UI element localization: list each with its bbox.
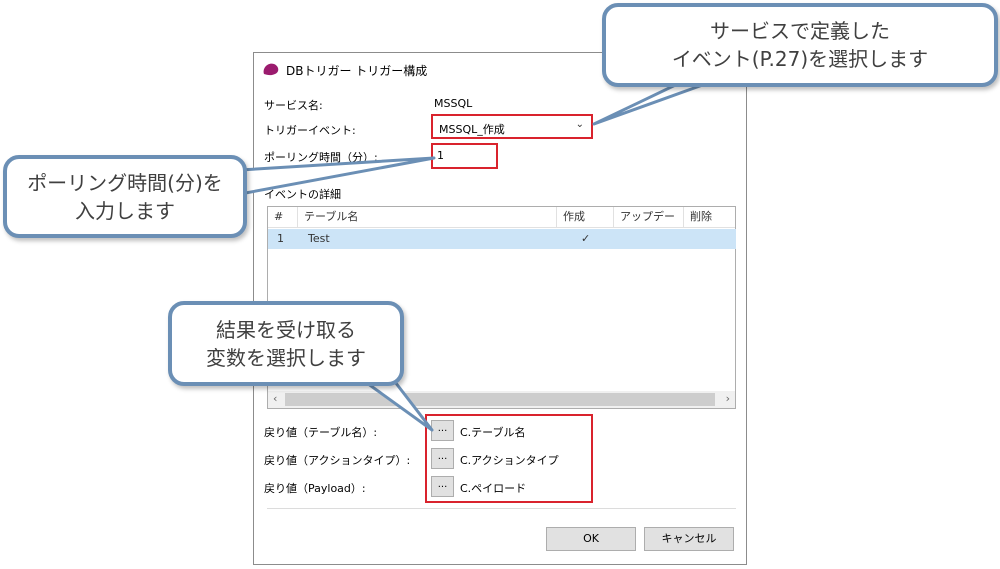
callout-return-variables-line1: 結果を受け取る (216, 318, 356, 342)
callout-polling-time-line1: ポーリング時間(分)を (27, 171, 223, 195)
callout-return-variables-line2: 変数を選択します (206, 346, 366, 370)
callout-polling-time-line2: 入力します (75, 199, 175, 223)
callout-polling-time: ポーリング時間(分)を 入力します (3, 155, 247, 238)
callout-select-event-line1: サービスで定義した (710, 19, 890, 43)
callout-select-event-line2: イベント(P.27)を選択します (671, 47, 929, 71)
callout-select-event: サービスで定義した イベント(P.27)を選択します (602, 3, 998, 87)
callout-return-variables: 結果を受け取る 変数を選択します (168, 301, 404, 386)
